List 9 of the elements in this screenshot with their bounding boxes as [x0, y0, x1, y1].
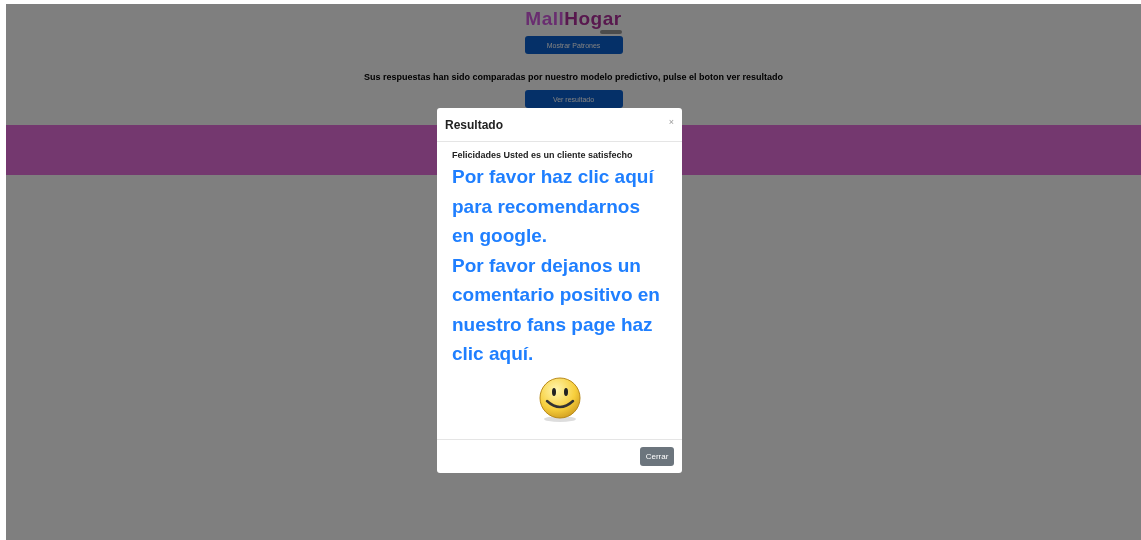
- link-text[interactable]: Por favor dejanos un comentario positivo en nuestro fans page haz clic aquí.: [452, 250, 667, 369]
- link-text[interactable]: Por favor haz clic aquí para recomendarnos en google.: [452, 162, 667, 251]
- logo: MallHogar: [525, 8, 622, 32]
- dialog-title: Resultado: [445, 117, 503, 132]
- close-button[interactable]: ×: [668, 116, 674, 127]
- intro-text: Felicidades Usted es un cliente satisfecho: [452, 150, 634, 160]
- close-dialog-button[interactable]: Cerrar: [640, 447, 674, 466]
- message-text: Sus respuestas han sido comparadas por nuestro modelo predictivo, pulse el boton ver resultado: [363, 72, 784, 82]
- smiley-icon: [537, 376, 582, 423]
